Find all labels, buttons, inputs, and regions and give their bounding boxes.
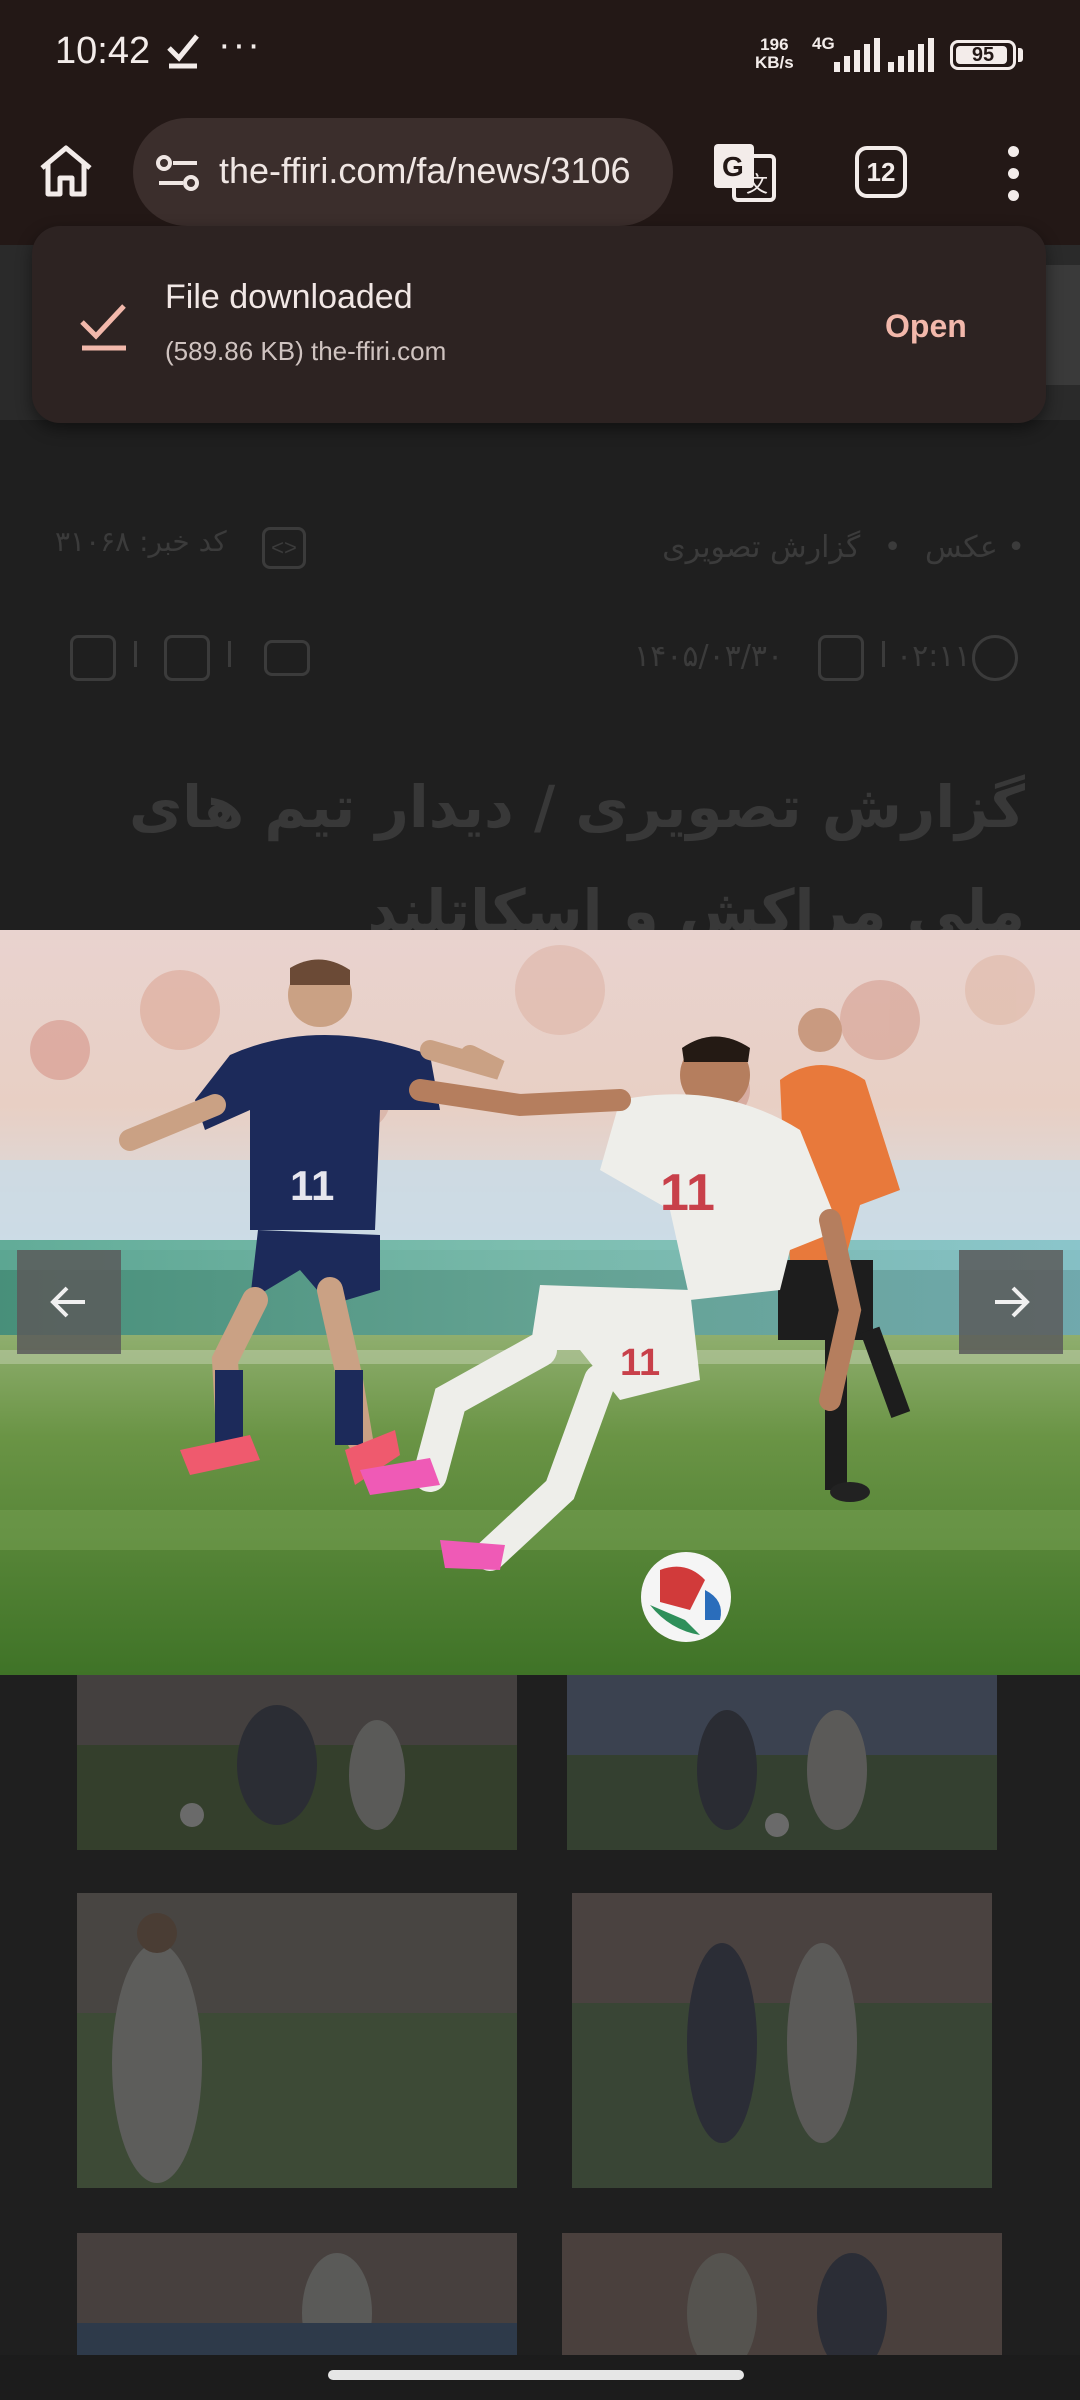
previous-photo-button[interactable] [17,1250,121,1354]
translate-icon[interactable]: G 文 [712,140,776,204]
thumbnail-image [562,2233,1002,2355]
next-photo-button[interactable] [959,1250,1063,1354]
signal-icon-sim2 [888,38,934,72]
address-bar[interactable]: the-ffiri.com/fa/news/3106 [133,118,673,226]
divider [134,641,137,667]
publish-date: ۱۴۰۵/۰۳/۳۰ [634,639,784,674]
download-done-icon [167,34,199,69]
svg-text:11: 11 [290,1162,334,1209]
breadcrumb: • عکس • گزارش تصویری [662,530,1025,565]
gallery-thumbnail[interactable] [77,2233,517,2355]
divider [882,641,885,667]
svg-text:G: G [722,151,744,182]
svg-text:11: 11 [620,1342,660,1384]
tab-switcher-button[interactable]: 12 [855,146,907,198]
calendar-icon [818,635,864,681]
email-icon[interactable] [264,640,310,676]
publish-time: ۰۲:۱۱ [896,639,971,674]
breadcrumb-item-photo[interactable]: عکس [925,530,998,565]
network-speed-value: 196 [760,35,789,54]
thumbnail-image [567,1675,997,1850]
browser-toolbar: the-ffiri.com/fa/news/3106 G 文 12 [0,110,1080,245]
thumbnail-image [77,1893,517,2188]
system-navigation-bar [0,2355,1080,2400]
thumbnail-image [77,1675,517,1850]
gallery-thumbnail[interactable] [562,2233,1002,2355]
snackbar-title: File downloaded [165,278,413,316]
gallery-thumbnail[interactable] [77,1893,517,2188]
code-icon: <> [262,527,306,569]
open-file-button[interactable]: Open [885,308,967,345]
headline-line-1: گزارش تصویری / دیدار تیم های [129,773,1025,841]
status-time: 10:42 [55,30,151,72]
arrow-right-icon [995,1286,1030,1318]
gallery-main-photo[interactable]: 11 11 11 [0,930,1080,1675]
signal-icon [834,38,880,72]
status-bar: 10:42 ··· 196 KB/s 4G 95 [0,0,1080,110]
breadcrumb-dot: • [883,530,902,565]
breadcrumb-dot: • [1007,530,1025,565]
article-meta: ۱۴۰۵/۰۳/۳۰ ۰۲:۱۱ [0,635,1080,695]
divider [228,641,231,667]
football-match-photo: 11 11 11 [0,930,1080,1675]
thumbnail-image [77,2233,517,2355]
arrow-left-icon [50,1286,85,1318]
thumbnail-image [572,1893,992,2188]
gesture-handle[interactable] [328,2370,744,2380]
network-speed: 196 KB/s [755,36,794,72]
download-snackbar: File downloaded (589.86 KB) the-ffiri.co… [32,226,1046,423]
soccer-ball [641,1552,731,1642]
gallery-thumbnail[interactable] [572,1893,992,2188]
snackbar-subtitle: (589.86 KB) the-ffiri.com [165,336,447,366]
download-complete-icon [80,304,126,351]
battery-level: 95 [971,44,995,66]
overflow-menu-icon[interactable] [998,146,1028,202]
battery-nub [1018,48,1023,62]
web-page: • عکس • گزارش تصویری <> کد خبر: ۳۱۰۶۸ ۱۴… [0,245,1080,2355]
svg-text:文: 文 [746,173,768,198]
news-code: کد خبر: ۳۱۰۶۸ [55,525,227,558]
network-speed-unit: KB/s [755,53,794,72]
more-notifications-icon: ··· [218,24,262,66]
clock-icon [972,635,1018,681]
print-icon[interactable] [70,635,116,681]
url-text[interactable]: the-ffiri.com/fa/news/3106 [219,150,659,192]
bookmark-icon[interactable] [164,635,210,681]
breadcrumb-item-photo-report[interactable]: گزارش تصویری [662,530,860,565]
gallery-thumbnail[interactable] [77,1675,517,1850]
gallery-thumbnail[interactable] [567,1675,997,1850]
svg-text:11: 11 [660,1164,715,1222]
battery-icon: 95 [950,40,1016,70]
site-settings-icon[interactable] [155,150,201,196]
site-header-edge [1045,265,1080,385]
home-icon[interactable] [36,140,96,200]
